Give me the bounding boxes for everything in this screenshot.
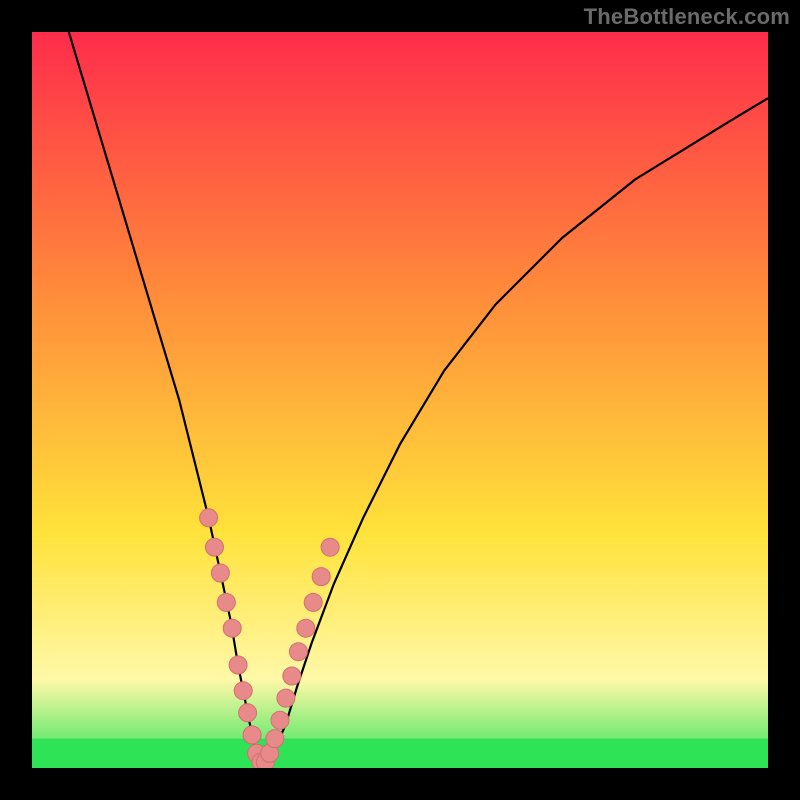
- marker-dot: [211, 564, 229, 582]
- marker-dot: [223, 619, 241, 637]
- marker-dot: [289, 643, 307, 661]
- marker-dot: [229, 656, 247, 674]
- marker-dot: [321, 538, 339, 556]
- marker-dot: [283, 667, 301, 685]
- marker-dot: [277, 689, 295, 707]
- marker-dot: [243, 726, 261, 744]
- marker-dot: [312, 568, 330, 586]
- plot-area: [32, 32, 768, 768]
- marker-dot: [297, 619, 315, 637]
- marker-dot: [200, 509, 218, 527]
- chart-svg: [32, 32, 768, 768]
- gradient-background: [32, 32, 768, 768]
- marker-dot: [239, 704, 257, 722]
- watermark-text: TheBottleneck.com: [584, 4, 790, 30]
- marker-dot: [271, 711, 289, 729]
- chart-frame: TheBottleneck.com: [0, 0, 800, 800]
- marker-dot: [217, 593, 235, 611]
- marker-dot: [234, 682, 252, 700]
- marker-dot: [206, 538, 224, 556]
- marker-dot: [304, 593, 322, 611]
- green-band: [32, 739, 768, 768]
- marker-dot: [266, 730, 284, 748]
